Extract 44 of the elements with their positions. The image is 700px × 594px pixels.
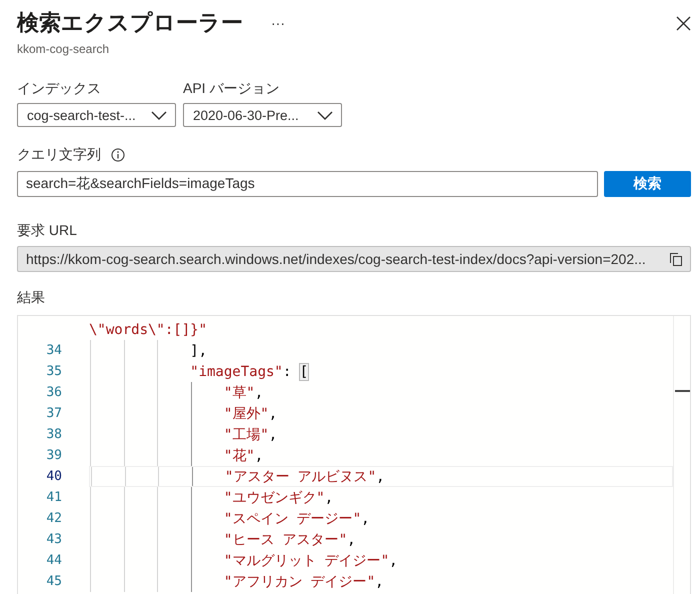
line-number: 45	[45, 574, 62, 589]
code-line: "マルグリット デイジー",	[89, 550, 673, 571]
line-number: 40	[45, 469, 62, 484]
chevron-down-icon	[151, 110, 167, 120]
more-button[interactable]: ···	[267, 15, 289, 31]
field-label: クエリ文字列	[17, 146, 101, 164]
dropdown[interactable]: cog-search-test-...	[17, 103, 176, 127]
line-number: 37	[45, 406, 62, 421]
code-line: \"words\":[]}"	[89, 320, 208, 340]
line-number: 35	[45, 364, 62, 379]
chevron-down-icon	[317, 110, 333, 120]
code-line: "imageTags": [	[89, 361, 673, 382]
code-line: "アフリカン デイジー",	[89, 571, 673, 592]
code-line: "花",	[89, 445, 673, 466]
line-number: 34	[45, 343, 62, 358]
line-number: 42	[45, 511, 62, 526]
panel-title: 検索エクスプローラー	[17, 9, 243, 37]
field-label: 要求 URL	[17, 222, 78, 240]
line-number: 43	[45, 532, 62, 547]
line-number: 38	[45, 427, 62, 442]
code-editor[interactable]: \"words\":[]}" 34 ], 35 "imageTags": [ 36 "草", 37 "屋外", 38 "工場", 39 "花", 40 "アスター アルビヌス", 41 "ユウゼンギク", 42 "スペイン デージー", 43 "ヒース アスター", 44 "マルグリット デイジー", 45 "アフリカン デイジー",	[17, 315, 691, 594]
query-input[interactable]: search=花&searchFields=imageTags	[17, 171, 598, 197]
scrollbar[interactable]	[673, 316, 690, 594]
code-line: "屋外",	[89, 403, 673, 424]
line-number: 36	[45, 385, 62, 400]
close-icon[interactable]	[676, 16, 691, 30]
code-line: ],	[89, 340, 673, 361]
code-line: "草",	[89, 382, 673, 403]
field-label: インデックス	[17, 80, 102, 98]
line-number: 44	[45, 553, 62, 568]
copy-icon[interactable]	[670, 252, 682, 266]
line-number: 41	[45, 490, 62, 505]
code-line: "工場",	[89, 424, 673, 445]
search-button[interactable]: 検索	[604, 171, 691, 197]
field-label: 結果	[17, 289, 46, 307]
code-line: "ヒース アスター",	[89, 529, 673, 550]
line-number: 39	[45, 448, 62, 463]
info-icon[interactable]	[111, 148, 125, 162]
code-line: "スペイン デージー",	[89, 508, 673, 529]
dropdown[interactable]: 2020-06-30-Pre...	[183, 103, 342, 127]
url-field[interactable]: https://kkom-cog-search.search.windows.net/indexes/cog-search-test-index/docs?api-version=202...	[17, 246, 691, 272]
code-line: "ユウゼンギク",	[89, 487, 673, 508]
subtitle: kkom-cog-search	[17, 42, 110, 56]
field-label: API バージョン	[183, 80, 280, 98]
